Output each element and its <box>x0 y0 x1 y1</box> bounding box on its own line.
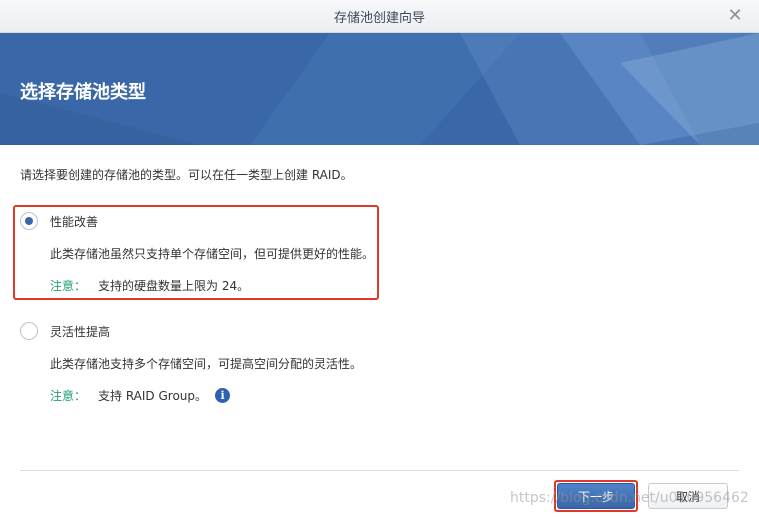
window-title: 存储池创建向导 <box>333 10 425 26</box>
highlight-box <box>554 480 638 512</box>
page-heading: 选择存储池类型 <box>20 82 146 103</box>
header-banner: 选择存储池类型 <box>0 33 759 145</box>
info-icon[interactable]: i <box>215 388 231 403</box>
option-description: 此类存储池支持多个存储空间，可提高空间分配的灵活性。 <box>50 357 363 371</box>
radio-flexibility[interactable] <box>20 322 38 340</box>
cancel-button[interactable]: 取消 <box>648 483 728 509</box>
highlight-box <box>13 205 379 300</box>
intro-text: 请选择要创建的存储池的类型。可以在任一类型上创建 RAID。 <box>20 168 353 182</box>
note-text: 支持 RAID Group。 <box>98 389 208 403</box>
window-titlebar: 存储池创建向导 ✕ <box>0 0 759 33</box>
footer-divider <box>20 470 739 471</box>
note-label: 注意： <box>50 389 87 403</box>
close-icon[interactable]: ✕ <box>725 6 745 26</box>
option-note: 注意： 支持 RAID Group。 i <box>50 387 231 404</box>
option-label[interactable]: 灵活性提高 <box>50 323 110 340</box>
